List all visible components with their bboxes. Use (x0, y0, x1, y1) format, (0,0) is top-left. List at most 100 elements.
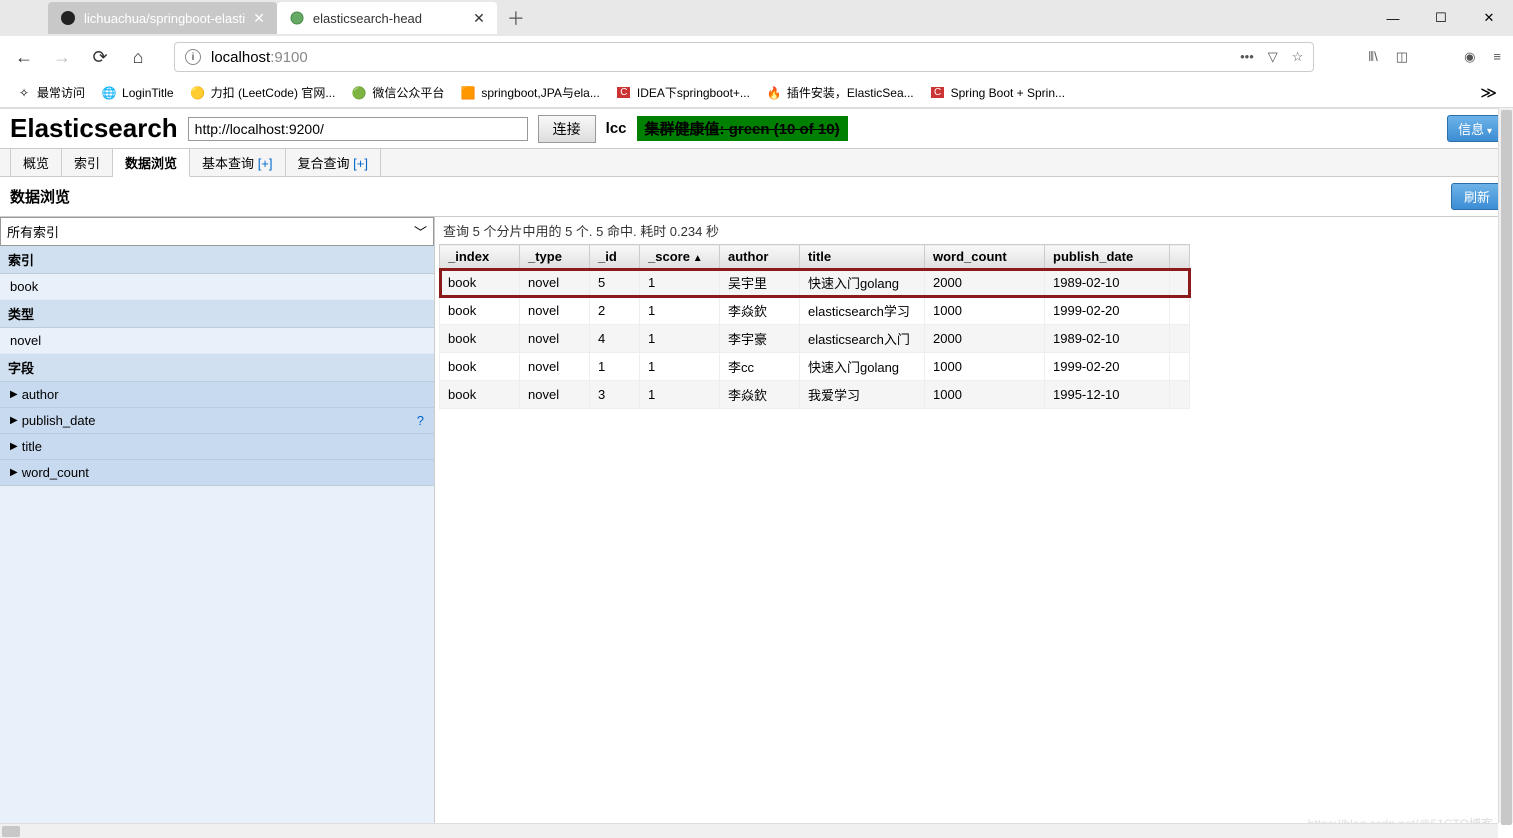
table-row[interactable]: booknovel11李cc快速入门golang10001999-02-20 (440, 353, 1190, 381)
table-cell: novel (520, 297, 590, 325)
bookmark-icon[interactable]: ☆ (1292, 49, 1304, 65)
es-tabs: 概览索引数据浏览基本查询 [+]复合查询 [+] (0, 148, 1513, 177)
account-icon[interactable]: ◉ (1464, 49, 1475, 65)
table-cell: 1999-02-20 (1045, 297, 1170, 325)
table-cell: 李焱欽 (720, 297, 800, 325)
maximize-button[interactable]: ☐ (1417, 0, 1465, 36)
sidebar-field-item[interactable]: ▶author (0, 382, 434, 408)
tab-close-icon[interactable]: ✕ (253, 10, 265, 27)
table-cell: book (440, 353, 520, 381)
new-tab-button[interactable]: ＋ (497, 5, 535, 31)
table-cell-spacer (1170, 269, 1190, 297)
bookmark-item[interactable]: 🔥插件安装，ElasticSea... (766, 84, 914, 101)
url-bar[interactable]: i localhost:9100 ••• ▽ ☆ (174, 42, 1314, 72)
es-header: Elasticsearch 连接 lcc 集群健康值: green (10 of… (0, 109, 1513, 148)
sidebar-field-item[interactable]: ▶publish_date? (0, 408, 434, 434)
results-table: _index_type_id_scoreauthortitleword_coun… (439, 244, 1190, 409)
field-name: word_count (22, 465, 89, 480)
tab-close-icon[interactable]: ✕ (473, 10, 485, 27)
browser-chrome: lichuachua/springboot-elasti✕elasticsear… (0, 0, 1513, 109)
sidebar-label-type: 类型 (0, 300, 434, 328)
back-button[interactable]: ← (12, 45, 36, 69)
table-header[interactable]: publish_date (1045, 245, 1170, 269)
connect-button[interactable]: 连接 (538, 115, 596, 143)
table-header[interactable]: word_count (925, 245, 1045, 269)
results-panel: 查询 5 个分片中用的 5 个. 5 命中. 耗时 0.234 秒 _index… (435, 217, 1513, 835)
bookmark-item[interactable]: ✧最常访问 (16, 84, 85, 101)
table-row[interactable]: booknovel31李焱欽我爱学习10001995-12-10 (440, 381, 1190, 409)
bookmarks-overflow-icon[interactable]: ≫ (1480, 83, 1497, 103)
table-header[interactable]: _id (590, 245, 640, 269)
arrow-right-icon: ▶ (10, 415, 18, 426)
menu-icon[interactable]: ≡ (1493, 49, 1501, 65)
site-info-icon[interactable]: i (185, 49, 201, 65)
es-tab[interactable]: 基本查询 [+] (190, 149, 285, 176)
reader-icon[interactable]: ▽ (1268, 49, 1278, 65)
tab-plus-icon[interactable]: [+] (353, 156, 368, 171)
bookmark-item[interactable]: 🟧springboot,JPA与ela... (460, 84, 600, 101)
sidebar-icon[interactable]: ◫ (1396, 49, 1408, 65)
sidebar-type-item[interactable]: novel (0, 328, 434, 354)
bookmark-item[interactable]: CSpring Boot + Sprin... (930, 84, 1065, 101)
table-header[interactable]: _index (440, 245, 520, 269)
tab-plus-icon[interactable]: [+] (258, 156, 273, 171)
bookmark-label: 力扣 (LeetCode) 官网... (211, 84, 336, 101)
table-header-spacer (1170, 245, 1190, 269)
table-row[interactable]: booknovel41李宇豪elasticsearch入门20001989-02… (440, 325, 1190, 353)
es-tab[interactable]: 索引 (62, 149, 113, 176)
connection-url-input[interactable] (188, 117, 528, 141)
sidebar-field-item[interactable]: ▶title (0, 434, 434, 460)
table-cell: 1 (590, 353, 640, 381)
table-cell: 1000 (925, 353, 1045, 381)
vertical-scrollbar[interactable] (1498, 108, 1513, 823)
info-button[interactable]: 信息 (1447, 115, 1503, 142)
browser-tab[interactable]: elasticsearch-head✕ (277, 2, 497, 34)
bookmark-icon: C (616, 85, 632, 101)
bookmark-label: 微信公众平台 (372, 84, 444, 101)
table-cell: book (440, 381, 520, 409)
cluster-name: lcc (606, 120, 627, 137)
index-select[interactable]: 所有索引 ﹀ (0, 217, 434, 246)
sidebar-index-item[interactable]: book (0, 274, 434, 300)
table-cell-spacer (1170, 325, 1190, 353)
sidebar-field-item[interactable]: ▶word_count (0, 460, 434, 486)
bookmark-icon: 🌐 (101, 85, 117, 101)
table-header[interactable]: _score (640, 245, 720, 269)
table-cell: elasticsearch学习 (800, 297, 925, 325)
table-cell: 2 (590, 297, 640, 325)
query-stats: 查询 5 个分片中用的 5 个. 5 命中. 耗时 0.234 秒 (435, 217, 1513, 244)
bookmark-label: 插件安装，ElasticSea... (787, 84, 914, 101)
bookmark-item[interactable]: 🟢微信公众平台 (351, 84, 444, 101)
refresh-button[interactable]: 刷新 (1451, 183, 1503, 210)
es-tab[interactable]: 概览 (10, 149, 62, 176)
table-cell: 1999-02-20 (1045, 353, 1170, 381)
table-header[interactable]: _type (520, 245, 590, 269)
bookmark-item[interactable]: 🟡力扣 (LeetCode) 官网... (190, 84, 336, 101)
close-window-button[interactable]: ✕ (1465, 0, 1513, 36)
browser-tab[interactable]: lichuachua/springboot-elasti✕ (48, 2, 277, 34)
horizontal-scrollbar[interactable] (0, 823, 1498, 838)
bookmark-item[interactable]: 🌐LoginTitle (101, 84, 174, 101)
field-name: publish_date (22, 413, 96, 428)
table-header[interactable]: author (720, 245, 800, 269)
table-cell: 1989-02-10 (1045, 269, 1170, 297)
table-cell: 1 (640, 297, 720, 325)
minimize-button[interactable]: — (1369, 0, 1417, 36)
table-cell: book (440, 297, 520, 325)
table-row[interactable]: booknovel51吴宇里快速入门golang20001989-02-10 (440, 269, 1190, 297)
home-button[interactable]: ⌂ (126, 45, 150, 69)
table-cell: book (440, 269, 520, 297)
bookmarks-bar: ✧最常访问 🌐LoginTitle 🟡力扣 (LeetCode) 官网... 🟢微信公… (0, 78, 1513, 108)
es-tab[interactable]: 数据浏览 (113, 149, 190, 177)
library-icon[interactable]: ⦀\ (1368, 49, 1377, 65)
table-header[interactable]: title (800, 245, 925, 269)
tab-favicon (60, 10, 76, 26)
bookmark-item[interactable]: CIDEA下springboot+... (616, 84, 750, 101)
forward-button[interactable]: → (50, 45, 74, 69)
es-tab[interactable]: 复合查询 [+] (286, 149, 381, 176)
more-icon[interactable]: ••• (1240, 49, 1254, 65)
reload-button[interactable]: ⟳ (88, 45, 112, 69)
table-row[interactable]: booknovel21李焱欽elasticsearch学习10001999-02… (440, 297, 1190, 325)
url-actions: ••• ▽ ☆ (1240, 49, 1303, 65)
sidebar-label-field: 字段 (0, 354, 434, 382)
